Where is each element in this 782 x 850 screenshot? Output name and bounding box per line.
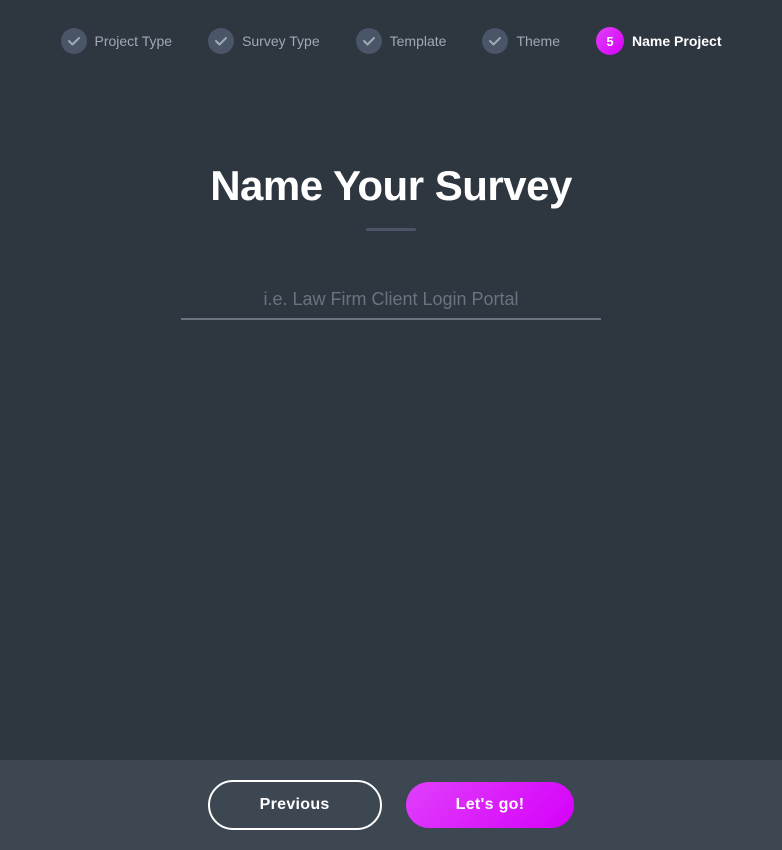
survey-name-input[interactable] (181, 281, 601, 320)
previous-button[interactable]: Previous (208, 780, 382, 830)
stepper: Project Type Survey Type Template Theme … (0, 0, 782, 82)
step-complete-icon (482, 28, 508, 54)
page-title: Name Your Survey (210, 162, 572, 210)
step-theme-label: Theme (516, 33, 560, 49)
step-active-number: 5 (596, 27, 624, 55)
footer: Previous Let's go! (0, 760, 782, 850)
step-theme[interactable]: Theme (464, 28, 578, 54)
step-survey-type[interactable]: Survey Type (190, 28, 338, 54)
step-complete-icon (61, 28, 87, 54)
step-project-type-label: Project Type (95, 33, 173, 49)
step-complete-icon (208, 28, 234, 54)
step-project-type[interactable]: Project Type (43, 28, 191, 54)
step-complete-icon (356, 28, 382, 54)
step-name-project[interactable]: 5 Name Project (578, 27, 739, 55)
letsgo-button[interactable]: Let's go! (406, 782, 575, 828)
main-content: Name Your Survey (0, 82, 782, 760)
title-divider (366, 228, 416, 231)
step-template-label: Template (390, 33, 447, 49)
step-survey-type-label: Survey Type (242, 33, 320, 49)
step-template[interactable]: Template (338, 28, 465, 54)
step-name-project-label: Name Project (632, 33, 721, 49)
